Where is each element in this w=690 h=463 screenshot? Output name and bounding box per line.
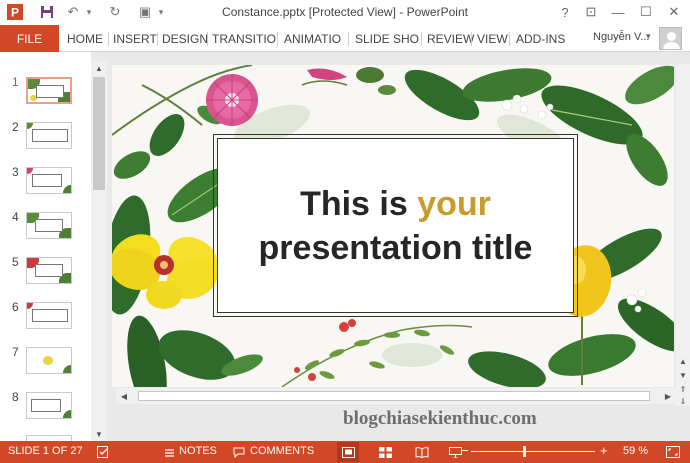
- title-placeholder[interactable]: This is your presentation title: [213, 134, 578, 317]
- scroll-right-arrow-icon[interactable]: ▶: [660, 389, 676, 403]
- thumbnail-preview[interactable]: [26, 392, 72, 419]
- thumbnail-preview[interactable]: [26, 212, 72, 239]
- fit-slide-to-window-icon[interactable]: [664, 444, 682, 460]
- thumbnail-slide-7[interactable]: 7: [0, 345, 91, 385]
- tab-home[interactable]: HOME: [67, 25, 103, 52]
- comments-button[interactable]: COMMENTS: [250, 445, 314, 457]
- thumbnail-preview[interactable]: [26, 302, 72, 329]
- watermark-text: blogchiasekienthuc.com: [343, 408, 537, 429]
- tab-file[interactable]: FILE: [0, 25, 59, 52]
- next-slide-icon[interactable]: ⇓: [675, 394, 690, 408]
- scroll-up-arrow-icon[interactable]: ▲: [675, 354, 690, 368]
- tab-insert[interactable]: INSERT: [113, 25, 157, 52]
- tab-separator: [108, 32, 109, 46]
- tab-separator: [207, 32, 208, 46]
- account-name[interactable]: Nguyễn V...: [593, 31, 649, 43]
- slide-title-line-2[interactable]: presentation title: [259, 226, 533, 270]
- title-highlight: your: [417, 184, 491, 223]
- thumbnail-preview[interactable]: [26, 77, 72, 104]
- thumbnails-scrollbar[interactable]: ▲ ▼: [91, 61, 107, 441]
- close-icon[interactable]: ✕: [661, 3, 687, 21]
- title-bar: P ↶ ▾ ↻ ▣ ▾ Constance.pptx [Protected Vi…: [0, 0, 690, 25]
- tab-separator: [471, 32, 472, 46]
- thumbnail-number: 6: [12, 300, 19, 314]
- thumbnail-slide-2[interactable]: 2: [0, 120, 91, 160]
- thumbnail-number: 2: [12, 120, 19, 134]
- spell-check-icon[interactable]: [95, 444, 111, 460]
- user-icon: [663, 32, 680, 49]
- notes-icon[interactable]: [162, 444, 176, 460]
- tab-view[interactable]: VIEW: [477, 25, 508, 52]
- zoom-slider-thumb[interactable]: [522, 446, 526, 457]
- thumbnail-number: 8: [12, 390, 19, 404]
- tab-separator: [509, 32, 510, 46]
- thumbnail-number: 1: [12, 75, 19, 89]
- thumbnail-slide-9-partial[interactable]: [0, 434, 91, 441]
- zoom-in-button[interactable]: +: [600, 443, 608, 458]
- thumbnail-preview[interactable]: [26, 167, 72, 194]
- tab-transitions[interactable]: TRANSITIO: [212, 25, 276, 52]
- slide-vertical-scrollbar[interactable]: ▲ ▼ ⇑ ⇓: [676, 64, 690, 406]
- slide-thumbnails-pane: 1 2 3 4 5 6 7 8: [0, 52, 91, 441]
- slide-editor: This is your presentation title: [110, 64, 676, 406]
- ribbon-tabs: FILE HOME INSERT DESIGN TRANSITIO ANIMAT…: [0, 25, 690, 52]
- scroll-left-arrow-icon[interactable]: ◀: [116, 389, 132, 403]
- slide-counter[interactable]: SLIDE 1 OF 27: [8, 445, 83, 457]
- thumbnail-slide-8[interactable]: 8: [0, 390, 91, 430]
- workspace: 1 2 3 4 5 6 7 8 ▲ ▼ This is your present…: [0, 52, 690, 441]
- thumbnail-preview[interactable]: [26, 347, 72, 374]
- tab-add-ins[interactable]: ADD-INS: [516, 25, 565, 52]
- minimize-icon[interactable]: —: [605, 3, 631, 21]
- normal-view-icon[interactable]: [340, 444, 356, 460]
- reading-view-icon[interactable]: [414, 444, 430, 460]
- slide-title-line-1[interactable]: This is your: [300, 182, 491, 226]
- horizontal-scrollbar[interactable]: ◀ ▶: [116, 388, 676, 404]
- thumbnail-number: 3: [12, 165, 19, 179]
- scroll-up-arrow-icon[interactable]: ▲: [91, 61, 107, 75]
- tab-separator: [157, 32, 158, 46]
- scroll-down-arrow-icon[interactable]: ▼: [675, 368, 690, 382]
- slide-sorter-view-icon[interactable]: [377, 444, 393, 460]
- ribbon-display-options-icon[interactable]: ⊡: [578, 3, 604, 21]
- tab-separator: [348, 32, 349, 46]
- thumbnail-slide-4[interactable]: 4: [0, 210, 91, 250]
- thumbnail-number: 5: [12, 255, 19, 269]
- thumbnail-slide-3[interactable]: 3: [0, 165, 91, 205]
- title-textbox[interactable]: This is your presentation title: [217, 138, 574, 313]
- zoom-slider[interactable]: [471, 451, 595, 452]
- thumbnail-slide-1[interactable]: 1: [0, 75, 91, 115]
- status-bar: SLIDE 1 OF 27 NOTES COMMENTS − + 59 %: [0, 441, 690, 463]
- account-dropdown-icon[interactable]: ▾: [646, 31, 651, 42]
- tab-animations[interactable]: ANIMATIO: [284, 25, 341, 52]
- avatar[interactable]: [659, 27, 682, 50]
- zoom-out-button[interactable]: −: [461, 443, 469, 458]
- thumbnail-slide-6[interactable]: 6: [0, 300, 91, 340]
- tab-review[interactable]: REVIEW: [427, 25, 474, 52]
- tab-separator: [421, 32, 422, 46]
- scrollbar-thumb[interactable]: [138, 391, 650, 401]
- window-title: Constance.pptx [Protected View] - PowerP…: [222, 5, 468, 19]
- thumbnail-preview[interactable]: [26, 257, 72, 284]
- tab-design[interactable]: DESIGN: [162, 25, 208, 52]
- zoom-level[interactable]: 59 %: [623, 445, 648, 457]
- help-icon[interactable]: ?: [552, 3, 578, 21]
- thumbnail-preview[interactable]: [26, 122, 72, 149]
- tab-separator: [277, 32, 278, 46]
- scroll-down-arrow-icon[interactable]: ▼: [91, 427, 107, 441]
- tab-slide-show[interactable]: SLIDE SHO: [355, 25, 419, 52]
- comments-icon[interactable]: [232, 444, 246, 460]
- thumbnail-number: 7: [12, 345, 19, 359]
- thumbnail-number: 4: [12, 210, 19, 224]
- notes-button[interactable]: NOTES: [179, 445, 217, 457]
- title-prefix: This is: [300, 184, 418, 223]
- slide-canvas[interactable]: This is your presentation title: [112, 65, 674, 387]
- scrollbar-thumb[interactable]: [93, 77, 105, 190]
- thumbnail-slide-5[interactable]: 5: [0, 255, 91, 295]
- maximize-icon[interactable]: ☐: [633, 3, 659, 21]
